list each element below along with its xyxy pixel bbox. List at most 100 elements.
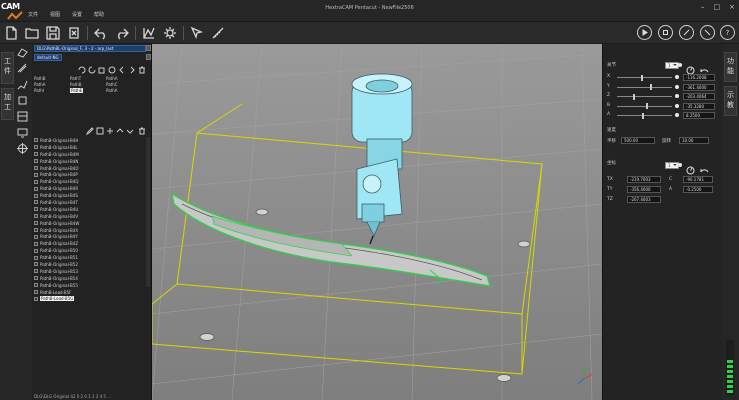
path-checkbox[interactable] (34, 255, 38, 260)
new-file-icon[interactable] (2, 24, 20, 42)
joint-slider-thumb[interactable] (649, 84, 652, 91)
settings-gear-icon[interactable] (161, 24, 179, 42)
close-window-button[interactable]: × (729, 3, 735, 11)
joint-slider[interactable] (617, 112, 672, 119)
redo-icon[interactable] (113, 24, 131, 42)
measure-tool-icon[interactable] (209, 24, 227, 42)
path-list-item[interactable]: PathB-Original-B50 (34, 247, 150, 254)
path-list-item[interactable]: PathB-Original-B4O (34, 165, 150, 172)
path-checkbox[interactable] (34, 221, 38, 226)
path-checkbox[interactable] (34, 186, 38, 191)
path-list-item[interactable]: PathB-Original-B4U (34, 206, 150, 213)
delete-icon[interactable] (138, 127, 146, 135)
joint-value-input[interactable]: 8.2500 (683, 112, 715, 120)
part-icon[interactable] (16, 46, 29, 59)
tool-grid-item[interactable]: PathI (34, 88, 44, 93)
tab-teach[interactable]: 示教 (724, 86, 737, 116)
path-list-item[interactable]: PathB-Original-B4X (34, 227, 150, 234)
joint-slider[interactable] (617, 74, 672, 81)
move-icon[interactable] (106, 127, 114, 135)
paste-icon[interactable] (96, 127, 104, 135)
save-icon[interactable] (44, 24, 62, 42)
coord-value[interactable]: -0.2500 (683, 186, 713, 193)
path-list-item[interactable]: PathB-Original-B4R (34, 185, 150, 192)
toolpath-icon[interactable] (140, 24, 158, 42)
path-checkbox[interactable] (34, 234, 38, 239)
coord-value[interactable]: -219.7003 (627, 176, 661, 183)
path-edit-icon[interactable] (16, 78, 29, 91)
path-list-item[interactable]: PathB-Original-B4N (34, 158, 150, 165)
monitor-icon[interactable] (16, 126, 29, 139)
path-checkbox[interactable] (34, 193, 38, 198)
path-checkbox[interactable] (34, 283, 38, 288)
joint-slider-thumb[interactable] (646, 103, 649, 110)
path-list-item[interactable]: PathB-Original-B4V (34, 213, 150, 220)
combo-dropdown-button[interactable] (146, 45, 151, 51)
help-icon[interactable]: ? (720, 25, 735, 40)
path-checkbox[interactable] (34, 296, 38, 301)
path-checkbox[interactable] (34, 172, 38, 177)
path-checkbox[interactable] (34, 290, 38, 295)
joint-value-input[interactable]: -361.4000 (683, 83, 715, 91)
coord-value[interactable]: -207.4003 (627, 196, 661, 203)
layer-icon[interactable] (16, 94, 29, 107)
tab-machining[interactable]: 加工 (1, 88, 14, 120)
path-list-item[interactable]: PathB-Original-B4S (34, 192, 150, 199)
joint-value-input[interactable]: -203.4064 (683, 93, 715, 101)
path-checkbox[interactable] (34, 138, 38, 143)
path-list-item[interactable]: PathB-Original-B4Q (34, 178, 150, 185)
stop-icon[interactable] (658, 25, 673, 40)
path-list-item[interactable]: PathB-Lead-B5G (34, 295, 150, 302)
delete-icon[interactable] (138, 66, 146, 74)
tool-grid-item[interactable]: PathC (106, 82, 118, 87)
menu-help[interactable]: 帮助 (94, 11, 104, 21)
refresh-icon[interactable] (78, 66, 86, 74)
path-list-item[interactable]: PathB-Original-B4H (34, 137, 150, 144)
path-checkbox[interactable] (34, 159, 38, 164)
menu-file[interactable]: 文件 (28, 11, 38, 21)
path-checkbox[interactable] (34, 152, 38, 157)
joint-slider[interactable] (617, 93, 672, 100)
menu-view[interactable]: 视图 (50, 11, 60, 21)
open-folder-icon[interactable] (23, 24, 41, 42)
dial-icon[interactable] (686, 160, 695, 175)
chevron-up-icon[interactable] (116, 127, 124, 135)
copy-icon[interactable] (98, 66, 106, 74)
path-list-item[interactable]: PathB-Original-B55 (34, 282, 150, 289)
link-icon[interactable] (108, 66, 116, 74)
chevron-left-icon[interactable] (118, 66, 126, 74)
speed-rotate-input[interactable]: 10.00 (679, 137, 709, 144)
path-checkbox[interactable] (34, 241, 38, 246)
target-icon[interactable] (16, 142, 29, 155)
path-group-combo[interactable]: DLG\PathBL-Original_F, 3 - 2 - arp_last (34, 45, 146, 52)
tool-grid-item[interactable]: PathA (106, 88, 118, 93)
joint-slider[interactable] (617, 103, 672, 110)
joint-value-input[interactable]: -116.2008 (683, 74, 715, 81)
tool-grid-item[interactable]: PathT (70, 76, 81, 81)
chevron-right-icon[interactable] (128, 66, 136, 74)
path-checkbox[interactable] (34, 248, 38, 253)
tool-library-icon[interactable] (16, 110, 29, 123)
coord-value[interactable]: -90.1781 (683, 176, 713, 183)
dial-icon[interactable] (686, 60, 695, 75)
path-checkbox[interactable] (34, 228, 38, 233)
path-checkbox[interactable] (34, 145, 38, 150)
path-list-item[interactable]: PathB-Original-B4P (34, 171, 150, 178)
path-checkbox[interactable] (34, 200, 38, 205)
path-list-item[interactable]: PathB-Original-B4L (34, 144, 150, 151)
tool-grid-item[interactable]: PathB (70, 82, 82, 87)
tool-grid-item[interactable]: PathB (34, 76, 46, 81)
path-checkbox[interactable] (34, 262, 38, 267)
undo-icon[interactable] (92, 24, 110, 42)
3d-viewport[interactable] (152, 44, 602, 400)
path-list-item[interactable]: PathB-Original-B51 (34, 254, 150, 261)
tool-grid-item[interactable]: PathA (34, 82, 46, 87)
path-checkbox[interactable] (34, 214, 38, 219)
undo-joint-icon[interactable] (700, 60, 709, 73)
speed-translate-input[interactable]: 500.00 (621, 137, 655, 144)
path-checkbox[interactable] (34, 166, 38, 170)
coord-select[interactable]: 1 (665, 162, 679, 169)
joint-slider[interactable] (617, 84, 672, 91)
tool-grid-item-selected[interactable]: PathE (70, 88, 84, 93)
path-list-item[interactable]: PathB-Original-B4Z (34, 240, 150, 247)
